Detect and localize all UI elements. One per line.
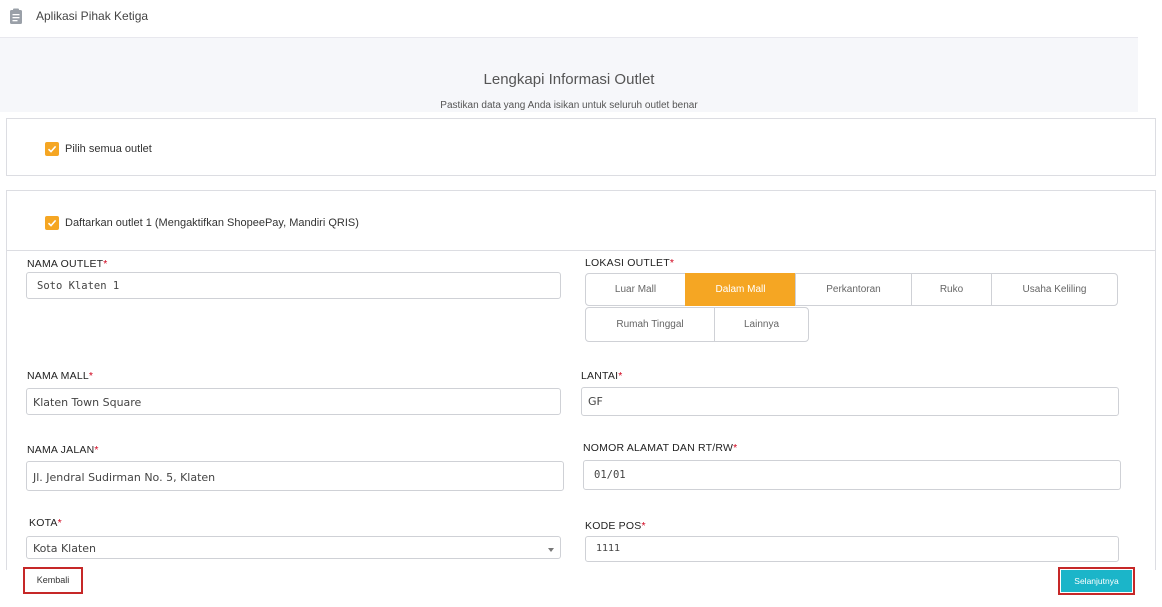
outlet-checkbox[interactable] — [45, 216, 59, 230]
lokasi-option-usaha-keliling[interactable]: Usaha Keliling — [991, 273, 1118, 306]
nama-jalan-input[interactable]: Jl. Jendral Sudirman No. 5, Klaten — [26, 461, 564, 491]
nama-jalan-label: NAMA JALAN* — [27, 444, 99, 456]
nomor-alamat-label: NOMOR ALAMAT DAN RT/RW* — [583, 442, 738, 454]
check-icon — [47, 145, 57, 153]
lokasi-option-luar-mall[interactable]: Luar Mall — [585, 273, 686, 306]
kota-label: KOTA* — [29, 517, 62, 529]
nomor-alamat-input[interactable]: 01/01 — [583, 460, 1121, 490]
app-title: Aplikasi Pihak Ketiga — [36, 9, 149, 23]
lokasi-option-lainnya[interactable]: Lainnya — [714, 307, 809, 342]
lokasi-option-perkantoran[interactable]: Perkantoran — [795, 273, 912, 306]
back-button[interactable]: Kembali — [23, 567, 83, 594]
select-all-card: Pilih semua outlet — [6, 118, 1156, 176]
select-all-label: Pilih semua outlet — [65, 143, 152, 155]
next-button[interactable]: Selanjutnya — [1058, 567, 1135, 595]
nama-outlet-label: NAMA OUTLET* — [27, 258, 108, 270]
lantai-label: LANTAI* — [581, 370, 623, 382]
check-icon — [47, 219, 57, 227]
page-header: Lengkapi Informasi Outlet Pastikan data … — [0, 38, 1138, 112]
kota-select[interactable]: Kota Klaten — [26, 536, 561, 559]
nama-mall-label: NAMA MALL* — [27, 370, 94, 382]
page-title: Lengkapi Informasi Outlet — [483, 71, 655, 88]
lokasi-option-rumah-tinggal[interactable]: Rumah Tinggal — [585, 307, 715, 342]
lokasi-outlet-label: LOKASI OUTLET* — [585, 257, 675, 269]
caret-down-icon — [548, 548, 554, 552]
lokasi-option-ruko[interactable]: Ruko — [911, 273, 992, 306]
kode-pos-label: KODE POS* — [585, 520, 646, 532]
nama-mall-input[interactable]: Klaten Town Square — [26, 388, 561, 415]
next-button-label: Selanjutnya — [1061, 570, 1132, 592]
outlet-card: Daftarkan outlet 1 (Mengaktifkan ShopeeP… — [6, 190, 1156, 250]
outlet-label: Daftarkan outlet 1 (Mengaktifkan ShopeeP… — [65, 217, 359, 229]
select-all-checkbox[interactable] — [45, 142, 59, 156]
page-subtitle: Pastikan data yang Anda isikan untuk sel… — [440, 100, 698, 111]
lantai-input[interactable]: GF — [581, 387, 1119, 416]
lokasi-option-dalam-mall[interactable]: Dalam Mall — [685, 273, 796, 306]
kode-pos-input[interactable]: 1111 — [585, 536, 1119, 562]
top-bar: Aplikasi Pihak Ketiga — [0, 0, 1138, 38]
kota-select-value: Kota Klaten — [33, 542, 97, 555]
nama-outlet-input[interactable]: Soto Klaten 1 — [26, 272, 561, 299]
clipboard-icon — [10, 8, 22, 24]
